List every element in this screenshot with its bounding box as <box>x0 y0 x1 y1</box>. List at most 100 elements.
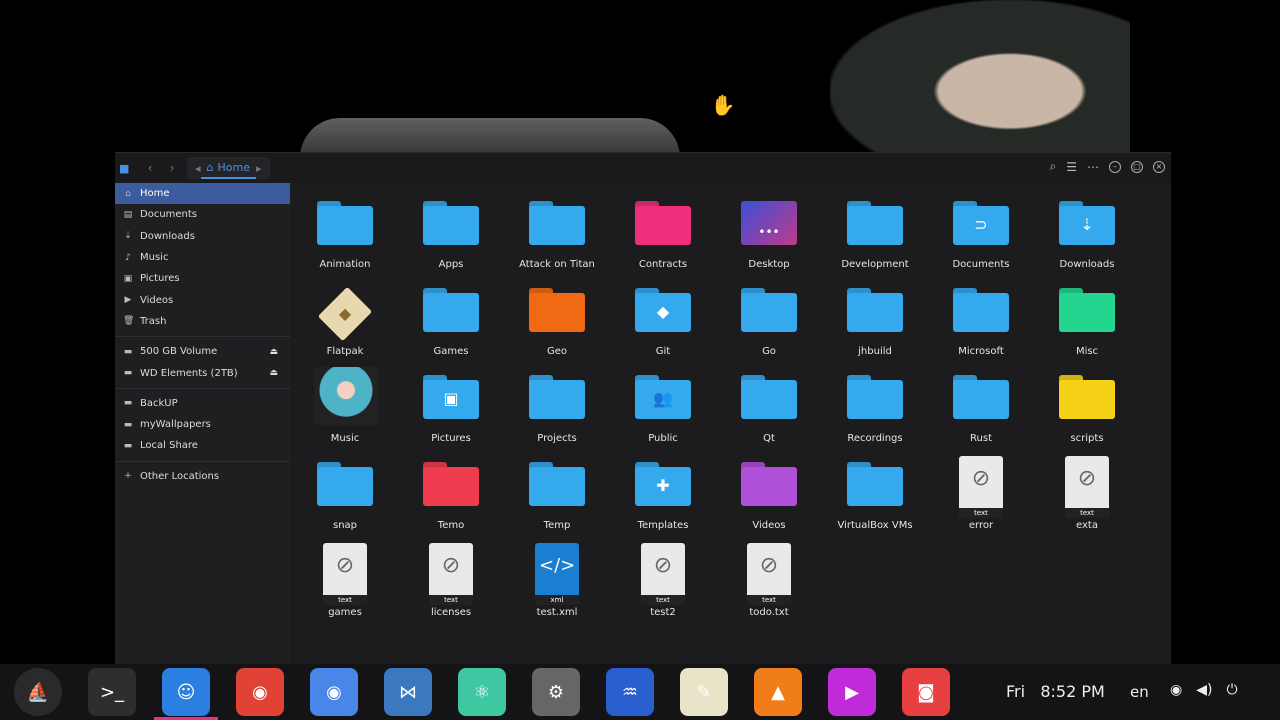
sidebar-item-home[interactable]: ⌂ Home <box>115 183 290 205</box>
volume-icon[interactable]: ◀) <box>1196 682 1212 698</box>
file-item[interactable]: Recordings <box>825 365 925 447</box>
file-item[interactable]: snap <box>295 452 395 534</box>
file-item[interactable]: ⊘ text error <box>931 452 1031 534</box>
clock[interactable]: Fri 8:52 PM <box>1006 682 1105 701</box>
file-name: Temo <box>437 520 465 531</box>
taskbar-camera-icon[interactable]: ◙ <box>902 668 950 716</box>
file-item[interactable]: Music <box>295 365 395 447</box>
eject-icon[interactable]: ⏏ <box>269 368 278 378</box>
file-item[interactable]: Qt <box>719 365 819 447</box>
search-icon[interactable]: ⌕ <box>1050 159 1057 174</box>
folder-icon: ⇣ <box>1059 201 1115 245</box>
sidebar-item-backup[interactable]: ▬ BackUP <box>115 393 290 414</box>
taskbar-chrome-icon[interactable]: ◉ <box>236 668 284 716</box>
file-item[interactable]: Misc <box>1037 278 1137 360</box>
file-item[interactable]: VirtualBox VMs <box>825 452 925 534</box>
file-item[interactable]: ⊘ text licenses <box>401 539 501 621</box>
folder-icon <box>529 375 585 419</box>
system-tray: ◉ ◀) ⏻ <box>1170 682 1238 698</box>
taskbar-vlc-icon[interactable]: ▲ <box>754 668 802 716</box>
back-icon[interactable]: ‹ <box>139 161 161 175</box>
file-name: Downloads <box>1059 259 1115 270</box>
sidebar-item-wd-elements-2tb-[interactable]: ▬ WD Elements (2TB) ⏏ <box>115 362 290 383</box>
file-item[interactable]: ⊘ text test2 <box>613 539 713 621</box>
power-icon[interactable]: ⏻ <box>1226 682 1237 698</box>
file-item[interactable]: 👥 Public <box>613 365 713 447</box>
sidebar-item-label: Trash <box>140 315 167 327</box>
file-item[interactable]: Attack on Titan <box>507 191 607 273</box>
taskbar-launcher-icon[interactable]: ⛵ <box>14 668 62 716</box>
file-item[interactable]: ⊘ text games <box>295 539 395 621</box>
wallpaper-figure <box>830 0 1130 152</box>
maximize-icon[interactable]: □ <box>1131 160 1143 173</box>
minimize-icon[interactable]: – <box>1109 160 1121 173</box>
file-item[interactable]: </> xml test.xml <box>507 539 607 621</box>
sidebar-item-500-gb-volume[interactable]: ▬ 500 GB Volume ⏏ <box>115 341 290 362</box>
file-item[interactable]: ⇣ Downloads <box>1037 191 1137 273</box>
sidebar-item-documents[interactable]: ▤ Documents <box>115 204 290 225</box>
file-item[interactable]: scripts <box>1037 365 1137 447</box>
file-item[interactable]: Apps <box>401 191 501 273</box>
file-item[interactable]: Projects <box>507 365 607 447</box>
file-item[interactable]: Geo <box>507 278 607 360</box>
file-item[interactable]: ••• Desktop <box>719 191 819 273</box>
file-item[interactable]: Development <box>825 191 925 273</box>
eject-icon[interactable]: ⏏ <box>269 347 278 357</box>
file-item[interactable]: Animation <box>295 191 395 273</box>
file-item[interactable]: Videos <box>719 452 819 534</box>
language-indicator[interactable]: en <box>1130 683 1149 701</box>
file-name: Microsoft <box>958 346 1004 357</box>
sidebar-item-videos[interactable]: ▶ Videos <box>115 289 290 310</box>
file-item[interactable]: ⊘ text todo.txt <box>719 539 819 621</box>
text-file-icon: ⊘ text <box>429 543 473 605</box>
sidebar-item-downloads[interactable]: ⇣ Downloads <box>115 226 290 247</box>
breadcrumb-right-icon[interactable]: ▸ <box>256 162 262 175</box>
plus-icon: + <box>124 471 132 482</box>
close-icon[interactable]: × <box>1153 160 1165 173</box>
taskbar-media-player-icon[interactable]: ▶ <box>828 668 876 716</box>
file-item[interactable]: Go <box>719 278 819 360</box>
file-name: test.xml <box>536 607 578 618</box>
sidebar-item-label: Home <box>140 188 170 200</box>
breadcrumb-label: Home <box>217 160 250 174</box>
taskbar-notes-icon[interactable]: ✎ <box>680 668 728 716</box>
file-item[interactable]: Rust <box>931 365 1031 447</box>
file-name: Rust <box>970 433 992 444</box>
file-item[interactable]: ⊃ Documents <box>931 191 1031 273</box>
taskbar-terminal-icon[interactable]: >_ <box>88 668 136 716</box>
folder-icon <box>741 462 797 506</box>
taskbar-browser-icon[interactable]: ♒ <box>606 668 654 716</box>
file-item[interactable]: ◆ Git <box>613 278 713 360</box>
sidebar-item-music[interactable]: ♪ Music <box>115 247 290 268</box>
breadcrumb-home[interactable]: ⌂ Home <box>200 157 256 179</box>
taskbar-vscode-icon[interactable]: ⋈ <box>384 668 432 716</box>
file-item[interactable]: Contracts <box>613 191 713 273</box>
menu-icon[interactable]: ⋯ <box>1087 160 1099 174</box>
file-item[interactable]: ▣ Pictures <box>401 365 501 447</box>
list-view-icon[interactable]: ☰ <box>1066 160 1077 174</box>
file-name: Animation <box>319 259 371 270</box>
text-file-icon: ⊘ text <box>641 543 685 605</box>
sidebar-item-pictures[interactable]: ▣ Pictures <box>115 268 290 289</box>
drive-icon: ▬ <box>123 368 133 379</box>
file-item[interactable]: Microsoft <box>931 278 1031 360</box>
forward-icon[interactable]: › <box>161 161 183 175</box>
taskbar-files-icon[interactable]: ☺ <box>154 668 218 720</box>
sidebar-item-other-locations[interactable]: + Other Locations <box>115 466 290 487</box>
sidebar-item-trash[interactable]: 🗑 Trash <box>115 311 290 332</box>
file-item[interactable]: ◆ Flatpak <box>295 278 395 360</box>
accessibility-icon[interactable]: ◉ <box>1170 682 1182 698</box>
file-item[interactable]: Temo <box>401 452 501 534</box>
file-name: games <box>328 607 362 618</box>
taskbar-chromium-icon[interactable]: ◉ <box>310 668 358 716</box>
taskbar-atom-icon[interactable]: ⚛ <box>458 668 506 716</box>
file-item[interactable]: ⊘ text exta <box>1037 452 1137 534</box>
file-item[interactable]: jhbuild <box>825 278 925 360</box>
sidebar-item-local-share[interactable]: ▬ Local Share <box>115 435 290 456</box>
file-item[interactable]: ✚ Templates <box>613 452 713 534</box>
file-item[interactable]: Games <box>401 278 501 360</box>
sidebar-item-mywallpapers[interactable]: ▬ myWallpapers <box>115 414 290 435</box>
taskbar-settings-icon[interactable]: ⚙ <box>532 668 580 716</box>
file-item[interactable]: Temp <box>507 452 607 534</box>
file-manager-window: ■ ‹ › ◂ ⌂ Home ▸ ⌕ ☰ ⋯ – □ × ⌂ Home ▤ Docum… <box>115 152 1171 665</box>
